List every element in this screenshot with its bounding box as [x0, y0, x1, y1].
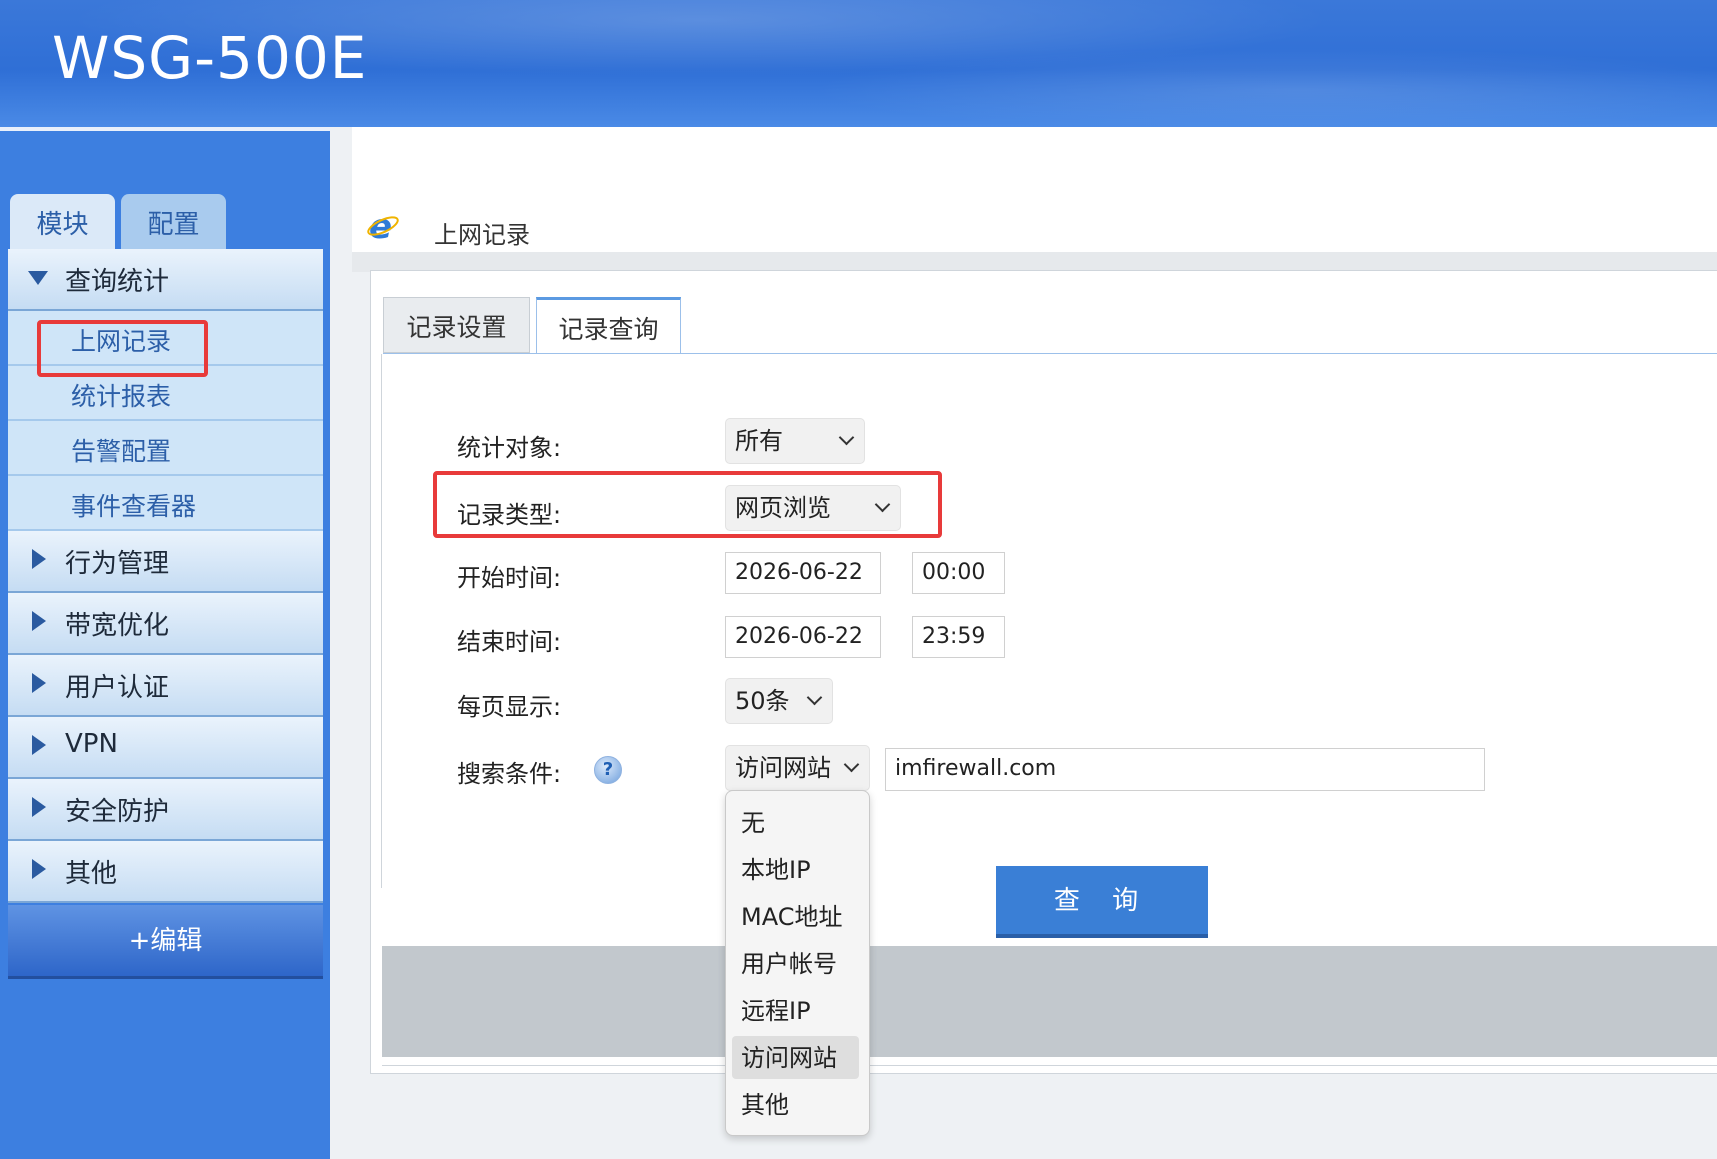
caret-right-icon — [32, 611, 46, 631]
sidebar-item-label: 事件查看器 — [71, 492, 197, 521]
menu-group-other[interactable]: 其他 — [8, 841, 323, 903]
chevron-down-icon — [843, 756, 860, 773]
caret-right-icon — [32, 735, 46, 755]
menu-group-label: 查询统计 — [65, 267, 170, 297]
help-icon[interactable]: ? — [594, 756, 622, 784]
caret-down-icon — [28, 271, 48, 285]
content-divider-band — [352, 252, 1717, 272]
dropdown-option-none[interactable]: 无 — [732, 801, 859, 844]
page-title: 上网记录 — [434, 221, 530, 249]
app-logo-title: WSG-500E — [52, 24, 368, 92]
header-banner: WSG-500E — [0, 0, 1717, 127]
dropdown-option-remote-ip[interactable]: 远程IP — [732, 989, 859, 1032]
tab-record-query[interactable]: 记录查询 — [536, 297, 681, 355]
menu-group-label: 安全防护 — [65, 797, 170, 827]
menu-group-label: VPN — [65, 729, 118, 759]
menu-group-vpn[interactable]: VPN — [8, 717, 323, 779]
per-page-select[interactable]: 50条 — [725, 678, 833, 724]
menu-group-user-auth[interactable]: 用户认证 — [8, 655, 323, 717]
chevron-down-icon — [806, 689, 823, 706]
results-area — [382, 946, 1717, 1058]
end-date-input[interactable]: 2026-06-22 — [725, 616, 881, 658]
end-time-label: 结束时间: — [457, 628, 562, 656]
per-page-label: 每页显示: — [457, 693, 562, 721]
menu-group-query-stats[interactable]: 查询统计 — [8, 249, 323, 311]
sidebar-item-event-viewer[interactable]: 事件查看器 — [8, 476, 323, 531]
tab-record-settings[interactable]: 记录设置 — [383, 297, 530, 353]
search-label: 搜索条件: — [457, 760, 562, 788]
content-header — [352, 127, 1717, 252]
start-date-input[interactable]: 2026-06-22 — [725, 552, 881, 594]
caret-right-icon — [32, 859, 46, 879]
end-time-input[interactable]: 23:59 — [912, 616, 1005, 658]
dropdown-option-mac[interactable]: MAC地址 — [732, 895, 859, 938]
caret-right-icon — [32, 673, 46, 693]
sidebar-item-label: 统计报表 — [71, 382, 172, 411]
annotation-highlight-box — [433, 471, 942, 538]
menu-group-behavior[interactable]: 行为管理 — [8, 531, 323, 593]
target-select[interactable]: 所有 — [725, 418, 865, 464]
menu-group-label: 带宽优化 — [65, 611, 170, 641]
per-page-select-value: 50条 — [735, 687, 790, 715]
dropdown-option-website[interactable]: 访问网站 — [732, 1036, 859, 1079]
start-time-label: 开始时间: — [457, 564, 562, 592]
edit-menu-button[interactable]: +编辑 — [8, 905, 323, 979]
dropdown-option-other[interactable]: 其他 — [732, 1083, 859, 1126]
query-form — [381, 354, 1717, 888]
sidebar-item-alert-config[interactable]: 告警配置 — [8, 421, 323, 476]
search-field-select-value: 访问网站 — [735, 754, 831, 782]
search-field-dropdown: 无 本地IP MAC地址 用户帐号 远程IP 访问网站 其他 — [725, 790, 870, 1136]
menu-group-label: 行为管理 — [65, 549, 170, 579]
search-input[interactable]: imfirewall.com — [885, 748, 1485, 791]
chevron-down-icon — [838, 429, 855, 446]
sidebar-item-label: 告警配置 — [71, 437, 172, 466]
dropdown-option-local-ip[interactable]: 本地IP — [732, 848, 859, 891]
sidebar: 模块 配置 查询统计 上网记录 统计报表 告警配置 事件查看器 行为管理 带宽优… — [0, 131, 330, 1159]
menu-group-bandwidth[interactable]: 带宽优化 — [8, 593, 323, 655]
search-field-select[interactable]: 访问网站 — [725, 745, 870, 791]
menu-group-label: 其他 — [65, 859, 118, 889]
ie-icon: e — [367, 209, 399, 243]
menu-group-label: 用户认证 — [65, 673, 170, 703]
caret-right-icon — [32, 797, 46, 817]
target-label: 统计对象: — [457, 434, 562, 462]
annotation-highlight-box — [37, 320, 208, 377]
target-select-value: 所有 — [735, 427, 783, 455]
dropdown-option-user-account[interactable]: 用户帐号 — [732, 942, 859, 985]
sidebar-tab-modules[interactable]: 模块 — [10, 194, 115, 249]
caret-right-icon — [32, 549, 46, 569]
query-button[interactable]: 查 询 — [996, 866, 1208, 938]
menu-group-security[interactable]: 安全防护 — [8, 779, 323, 841]
panel-bottom-border — [382, 1057, 1717, 1066]
sidebar-tab-config[interactable]: 配置 — [121, 194, 226, 249]
start-time-input[interactable]: 00:00 — [912, 552, 1005, 594]
